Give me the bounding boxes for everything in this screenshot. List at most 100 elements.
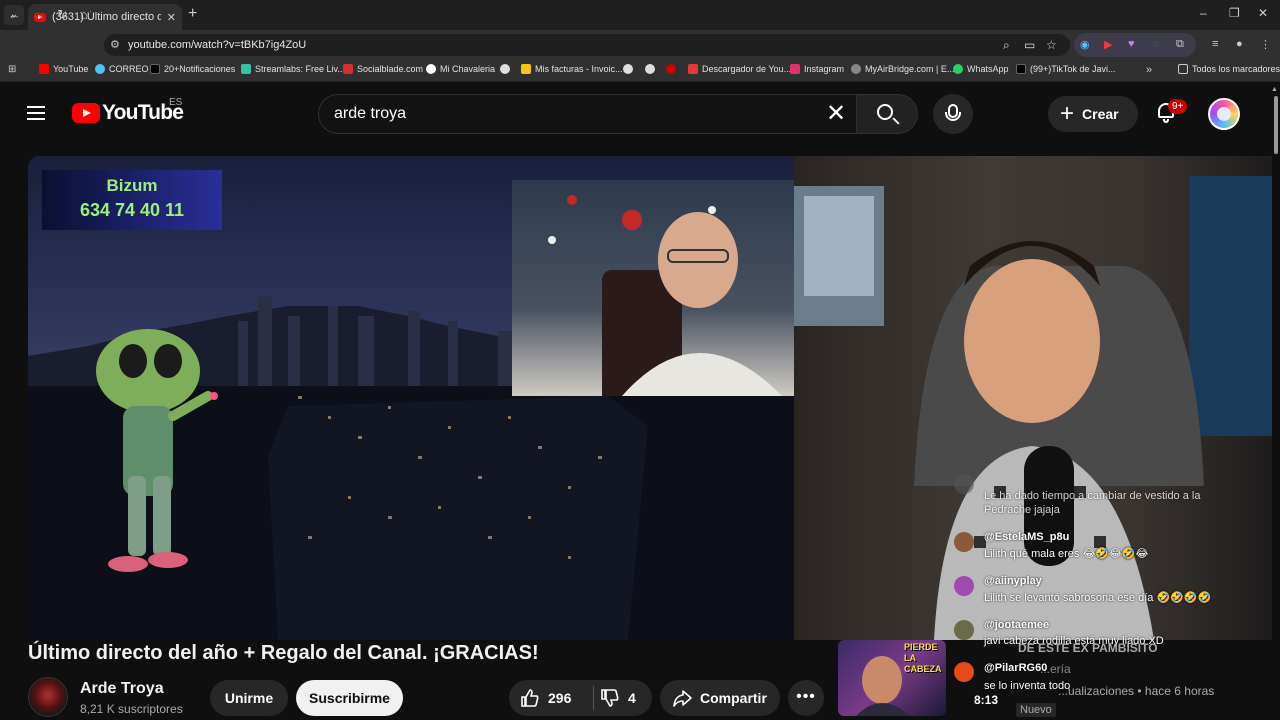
share-arrow-icon [673, 690, 692, 707]
minimize-icon[interactable]: – [1200, 6, 1207, 20]
new-tab-button[interactable]: + [188, 6, 197, 22]
tab-title: (3631) Último directo del año [52, 11, 161, 23]
chat-avatar [954, 662, 974, 682]
bookmark-item[interactable] [623, 64, 633, 74]
bookmark-item[interactable]: YouTube [39, 64, 88, 74]
bookmark-item[interactable]: Descargador de You... [688, 64, 791, 74]
youtube-logo-icon[interactable] [72, 103, 100, 123]
zoom-icon[interactable]: ⌕ [1003, 38, 1010, 53]
video-title: Último directo del año + Regalo del Cana… [28, 642, 539, 664]
chat-username: @EstelaMS_p8u [984, 531, 1070, 543]
bookmark-item[interactable]: Mi Chavaleria [426, 64, 495, 74]
hamburger-menu-icon[interactable] [27, 106, 45, 120]
clear-search-icon[interactable]: ✕ [826, 100, 846, 128]
chavaleria-icon [426, 64, 436, 74]
country-code: ES [169, 97, 183, 108]
recommended-channel[interactable]: ...ería [1040, 662, 1071, 676]
chat-text: Lilith qué mala eres 😂🤣😂🤣😂 [984, 548, 1149, 560]
browser-menu-icon[interactable]: ⋮ [1260, 38, 1271, 51]
more-actions-icon[interactable]: ••• [788, 680, 824, 716]
dislike-count[interactable]: 4 [628, 690, 636, 706]
extension-audio-icon[interactable]: ◉ [1080, 38, 1090, 51]
back-arrow-icon[interactable]: ← [8, 7, 21, 23]
tab-close-icon[interactable]: ✕ [167, 11, 176, 24]
page-scrollbar[interactable] [1272, 84, 1280, 720]
window-close-icon[interactable]: ✕ [1258, 6, 1268, 20]
streamlabs-icon [241, 64, 251, 74]
chat-avatar [954, 532, 974, 552]
whatsapp-icon [953, 64, 963, 74]
bookmark-item[interactable]: (99+)TikTok de Javi... [1016, 64, 1115, 74]
cast-icon[interactable]: ▭ [1024, 38, 1035, 52]
extensions-puzzle-icon[interactable]: ⧉ [1176, 38, 1184, 51]
bookmark-item[interactable] [500, 64, 510, 74]
chat-avatar [954, 620, 974, 640]
search-icon [877, 104, 893, 120]
search-query[interactable]: arde troya [334, 105, 406, 123]
home-icon[interactable]: ⌂ [80, 7, 88, 23]
folder-icon [1178, 64, 1188, 74]
bookmark-item[interactable]: WhatsApp [953, 64, 1009, 74]
reload-icon[interactable]: ↻ [57, 7, 68, 23]
create-button[interactable]: + Crear [1048, 96, 1138, 132]
thumbnail-caption: PIERDE LA CABEZA [904, 642, 942, 674]
chat-avatar [954, 474, 974, 494]
bookmark-item[interactable]: Streamlabs: Free Liv... [241, 64, 345, 74]
browser-tab-active[interactable]: (3631) Último directo del año ✕ [28, 4, 182, 30]
channel-name[interactable]: Arde Troya [80, 680, 164, 698]
chat-username: @jootaemee [984, 619, 1050, 631]
chat-message: @EstelaMS_p8u Lilith qué mala eres 😂🤣😂🤣😂 [944, 530, 1244, 564]
video-frame-city-night: Bizum 634 74 40 11 [28, 156, 794, 640]
chat-message: Le ha dado tiempo a cambiar de vestido a… [944, 470, 1244, 516]
plus-icon: + [1060, 100, 1075, 127]
video-player[interactable]: Bizum 634 74 40 11 [28, 156, 1272, 640]
tiktok-icon [1016, 64, 1026, 74]
inset-webcam [512, 180, 794, 410]
chat-message: @aiinyplay Lilith se levantó sabrosona e… [944, 574, 1244, 608]
video-duration: 8:13 [974, 693, 999, 707]
bookmark-item[interactable] [666, 64, 676, 74]
profile-icon[interactable]: ● [1236, 38, 1243, 50]
recommended-views: ...ualizaciones • hace 6 horas [1058, 684, 1215, 698]
restore-icon[interactable]: ❐ [1229, 6, 1240, 20]
bookmark-item[interactable]: MyAirBridge.com | E... [851, 64, 954, 74]
account-avatar[interactable] [1208, 98, 1240, 130]
url-text[interactable]: youtube.com/watch?v=tBKb7ig4ZoU [128, 39, 306, 51]
extension-generic-icon[interactable]: ◌ [1152, 38, 1159, 50]
bookmark-item[interactable]: Mis facturas - Invoic... [521, 64, 623, 74]
bookmark-item[interactable] [645, 64, 655, 74]
notifications-badge: 9+ [1168, 99, 1188, 114]
webcam-person-graphic [548, 195, 782, 410]
like-count[interactable]: 296 [548, 690, 571, 706]
extension-youtube-icon[interactable]: ▶ [1104, 38, 1112, 51]
thumbs-down-icon[interactable] [600, 688, 620, 708]
download-icon [688, 64, 698, 74]
extension-heart-icon[interactable]: ♥ [1128, 38, 1135, 50]
chat-text: Lilith se levantó sabrosona ese día 🤣🤣🤣🤣 [984, 592, 1212, 604]
x-icon [150, 64, 160, 74]
mail-icon [95, 64, 105, 74]
reading-list-icon[interactable]: ≡ [1212, 38, 1218, 50]
bookmark-star-icon[interactable]: ☆ [1046, 38, 1057, 52]
new-badge: Nuevo [1016, 703, 1056, 717]
site-info-icon[interactable]: ⚙ [110, 38, 124, 52]
all-bookmarks-folder[interactable]: Todos los marcadores [1178, 64, 1280, 74]
join-button[interactable]: Unirme [210, 680, 288, 716]
subscribe-button[interactable]: Suscribirme [296, 680, 403, 716]
globe-icon [645, 64, 655, 74]
bookmarks-overflow-icon[interactable]: » [1146, 64, 1152, 76]
recommended-title[interactable]: DE ESTE EX PAMBISITO [1018, 641, 1158, 655]
channel-avatar[interactable] [28, 677, 68, 717]
bookmark-item[interactable]: Instagram [790, 64, 844, 74]
thumbs-up-icon[interactable] [520, 688, 540, 708]
subscriber-count: 8,21 K suscriptores [80, 702, 183, 716]
bookmark-item[interactable]: 20+Notificaciones [150, 64, 235, 74]
globe-icon [500, 64, 510, 74]
chat-username: @aiinyplay [984, 575, 1042, 587]
bookmark-item[interactable]: Socialblade.com [343, 64, 423, 74]
scrollbar-thumb[interactable] [1274, 96, 1278, 154]
apps-grid-icon[interactable]: ⊞ [8, 64, 16, 75]
scroll-up-arrow-icon[interactable]: ▲ [1271, 86, 1278, 93]
bookmark-item[interactable]: CORREO [95, 64, 149, 74]
forward-arrow-icon[interactable]: → [32, 7, 45, 23]
